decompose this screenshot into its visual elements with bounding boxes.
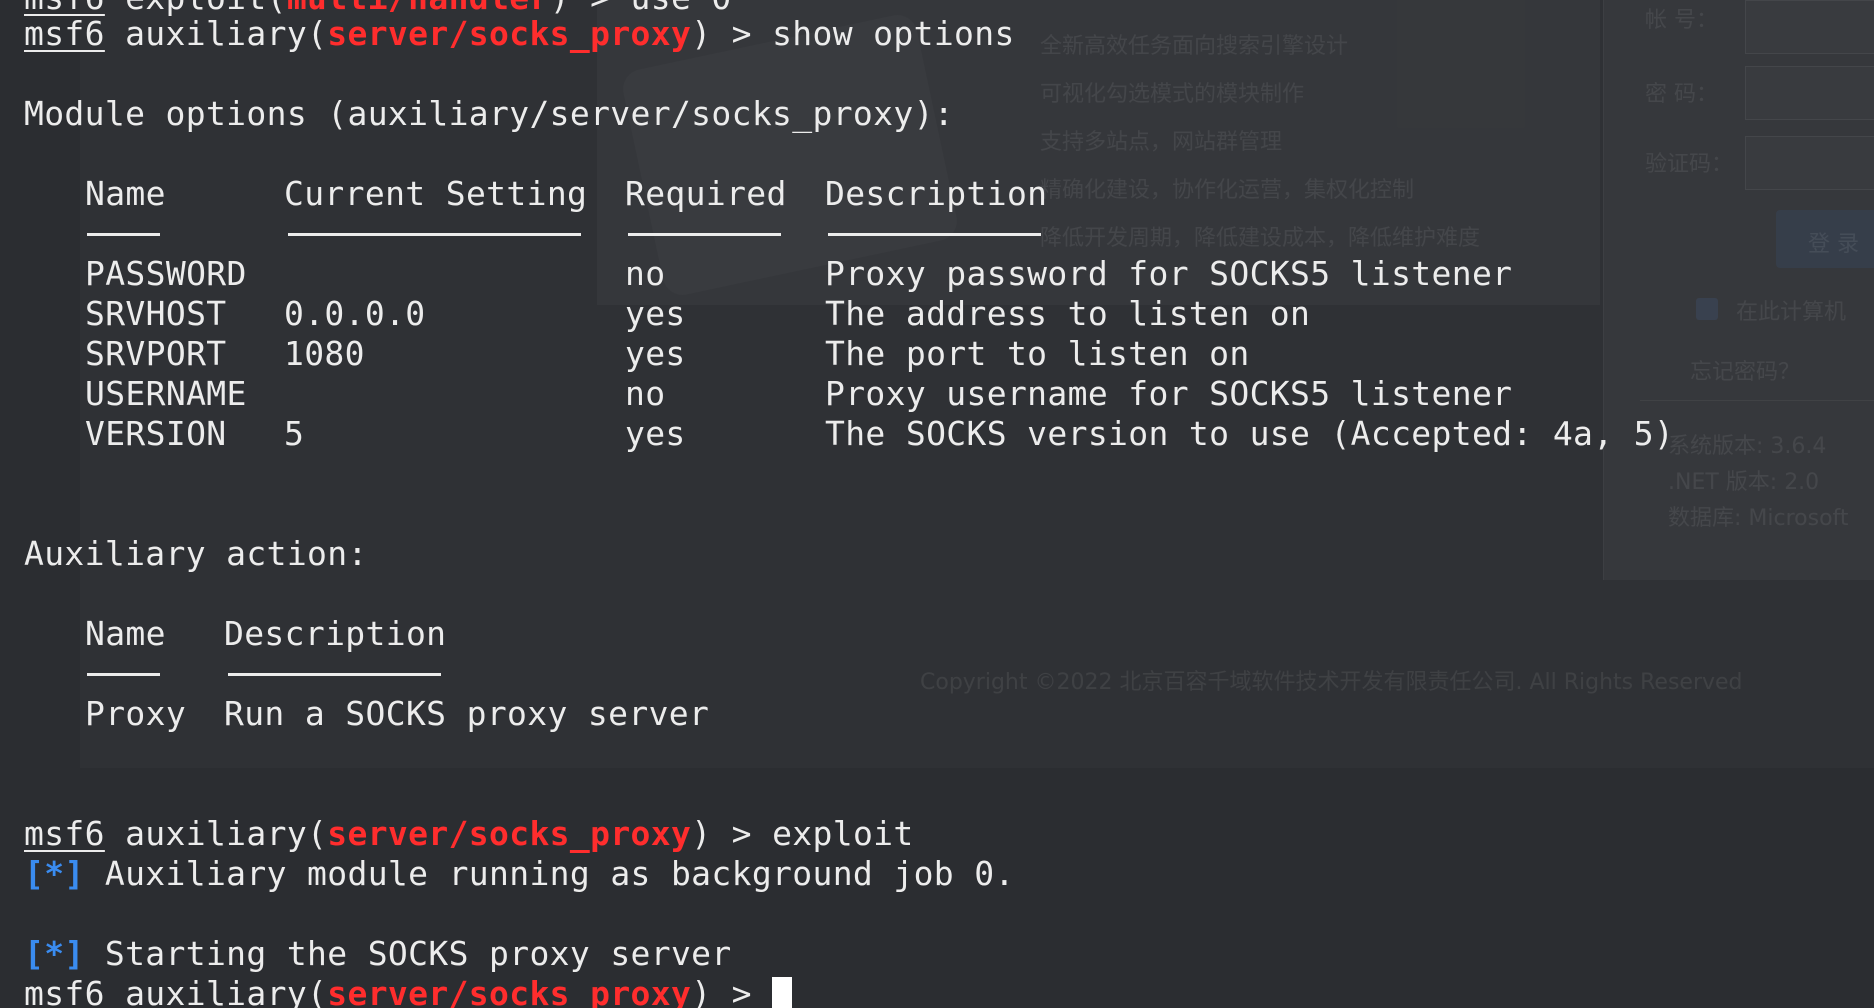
action-name: Proxy (85, 694, 187, 733)
background-login-button-label: 登 录 (1808, 232, 1859, 257)
prompt-msf6: msf6 (24, 814, 105, 853)
background-copyright: Copyright ©2022 北京百容千域软件技术开发有限责任公司. All … (920, 670, 1743, 695)
option-required: yes (625, 414, 686, 453)
background-system-version: 系统版本: 3.6.4 (1668, 434, 1827, 459)
header-underline (828, 233, 1041, 236)
option-name: SRVHOST (85, 294, 227, 333)
background-database: 数据库: Microsoft (1668, 506, 1849, 531)
prompt-msf6: msf6 (24, 974, 105, 1008)
prompt-context: auxiliary( (104, 974, 328, 1008)
module-name: server/socks_proxy (327, 814, 692, 853)
prompt-context: auxiliary( (104, 814, 328, 853)
option-setting: 5 (284, 414, 305, 453)
header-underline (628, 233, 781, 236)
header-underline (228, 673, 441, 676)
option-setting: 1080 (284, 334, 365, 373)
background-username-input (1745, 0, 1874, 54)
prompt-command: ) > exploit (691, 814, 914, 853)
option-description: Proxy username for SOCKS5 listener (825, 374, 1513, 413)
option-description: The address to listen on (825, 294, 1311, 333)
prompt-context: auxiliary( (104, 14, 328, 53)
options-header-description: Description (825, 174, 1048, 213)
terminal-window[interactable]: 全新高效任务面向搜索引擎设计 可视化勾选模式的模块制作 支持多站点，网站群管理 … (0, 0, 1874, 1008)
status-line-starting-proxy: [*] Starting the SOCKS proxy server (24, 934, 732, 974)
options-header-setting: Current Setting (284, 174, 588, 213)
text-cursor[interactable] (772, 977, 793, 1008)
status-line-background-job: [*] Auxiliary module running as backgrou… (24, 854, 1015, 894)
background-feature-3: 支持多站点，网站群管理 (1040, 130, 1283, 155)
header-underline (87, 673, 160, 676)
option-name: SRVPORT (85, 334, 227, 373)
prompt-command: ) > show options (691, 14, 1015, 53)
option-setting: 0.0.0.0 (284, 294, 426, 333)
options-header-name: Name (85, 174, 166, 213)
option-required: no (625, 374, 666, 413)
info-marker: [*] (24, 934, 85, 973)
background-password-label: 密 码： (1645, 82, 1718, 107)
action-description: Run a SOCKS proxy server (224, 694, 710, 733)
status-text: Starting the SOCKS proxy server (84, 934, 732, 973)
option-required: no (625, 254, 666, 293)
background-password-input (1745, 66, 1874, 120)
module-name: server/socks_proxy (327, 974, 692, 1008)
option-name: VERSION (85, 414, 227, 453)
background-divider (1640, 400, 1874, 401)
status-text: Auxiliary module running as background j… (84, 854, 1015, 893)
prompt-msf6: msf6 (24, 14, 105, 53)
background-net-version: .NET 版本: 2.0 (1668, 470, 1820, 495)
action-header-name: Name (85, 614, 166, 653)
module-options-heading: Module options (auxiliary/server/socks_p… (24, 94, 955, 133)
background-feature-5: 降低开发周期，降低建设成本，降低维护难度 (1040, 226, 1481, 251)
background-forgot-password: 忘记密码？ (1690, 360, 1801, 385)
option-name: USERNAME (85, 374, 247, 413)
terminal-line-current-prompt[interactable]: msf6 auxiliary(server/socks_proxy) > (24, 974, 793, 1008)
auxiliary-action-heading: Auxiliary action: (24, 534, 368, 573)
background-remember-checkbox (1696, 298, 1718, 320)
terminal-line-exploit: msf6 auxiliary(server/socks_proxy) > exp… (24, 814, 914, 854)
option-description: The port to listen on (825, 334, 1250, 373)
background-feature-4: 精确化建设，协作化运营，集权化控制 (1040, 178, 1415, 203)
header-underline (288, 233, 581, 236)
terminal-line-show-options: msf6 auxiliary(server/socks_proxy) > sho… (24, 14, 1015, 54)
background-feature-2: 可视化勾选模式的模块制作 (1040, 82, 1305, 107)
option-description: Proxy password for SOCKS5 listener (825, 254, 1513, 293)
action-header-description: Description (224, 614, 447, 653)
option-required: yes (625, 294, 686, 333)
background-remember-label: 在此计算机 (1736, 300, 1847, 325)
background-feature-1: 全新高效任务面向搜索引擎设计 (1040, 34, 1349, 59)
module-name: server/socks_proxy (327, 14, 692, 53)
prompt-command: ) > (691, 974, 773, 1008)
info-marker: [*] (24, 854, 85, 893)
header-underline (87, 233, 160, 236)
background-captcha-input (1745, 136, 1874, 190)
option-required: yes (625, 334, 686, 373)
options-header-required: Required (625, 174, 787, 213)
option-description: The SOCKS version to use (Accepted: 4a, … (825, 414, 1675, 453)
option-name: PASSWORD (85, 254, 247, 293)
background-captcha-label: 验证码： (1645, 152, 1734, 177)
background-username-label: 帐 号： (1645, 8, 1718, 33)
